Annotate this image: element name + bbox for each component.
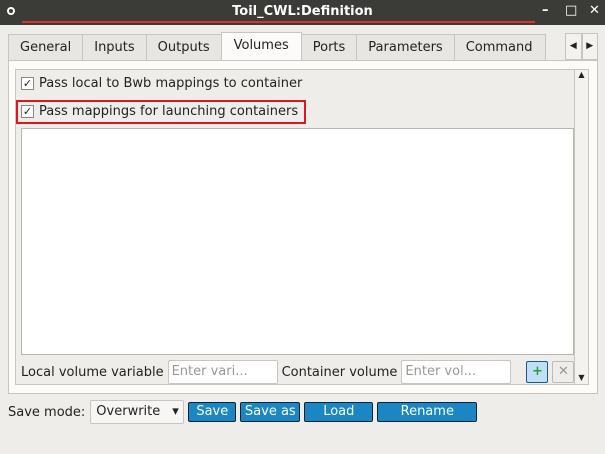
save-button[interactable]: Save bbox=[188, 402, 237, 422]
container-volume-input[interactable]: Enter vol... bbox=[401, 360, 512, 384]
save-as-button[interactable]: Save as bbox=[240, 402, 301, 422]
volumes-panel: ✓ Pass local to Bwb mappings to containe… bbox=[8, 60, 598, 394]
save-mode-label: Save mode: bbox=[8, 404, 86, 420]
close-button[interactable]: ✕ bbox=[589, 3, 600, 18]
rename-button[interactable]: Rename bbox=[377, 402, 478, 422]
scroll-up-icon[interactable]: ▲ bbox=[575, 70, 588, 79]
window-title: Toil_CWL:Definition bbox=[232, 4, 373, 19]
save-mode-select[interactable]: Overwrite ▾ bbox=[90, 400, 185, 424]
local-volume-input[interactable]: Enter vari... bbox=[167, 360, 278, 384]
pass-mappings-checkbox-row[interactable]: ✓ Pass mappings for launching containers bbox=[21, 104, 298, 119]
title-underline bbox=[22, 21, 535, 23]
title-bar: Toil_CWL:Definition – □ ✕ bbox=[0, 0, 605, 25]
tab-general[interactable]: General bbox=[8, 34, 84, 61]
remove-mapping-icon[interactable]: ✕ bbox=[552, 361, 575, 383]
add-mapping-icon[interactable]: + bbox=[526, 361, 549, 383]
chevron-down-icon: ▾ bbox=[172, 404, 179, 419]
tab-command[interactable]: Command bbox=[453, 34, 546, 61]
pass-mappings-label: Pass mappings for launching containers bbox=[39, 104, 299, 119]
pass-local-checkbox-row[interactable]: ✓ Pass local to Bwb mappings to containe… bbox=[21, 76, 302, 91]
local-volume-label: Local volume variable bbox=[21, 364, 164, 380]
tab-volumes[interactable]: Volumes bbox=[220, 32, 302, 60]
pass-mappings-checkbox[interactable]: ✓ bbox=[21, 105, 34, 118]
tab-parameters[interactable]: Parameters bbox=[356, 34, 455, 61]
volume-mappings-list[interactable] bbox=[21, 128, 574, 355]
tab-bar: General Inputs Outputs Volumes Ports Par… bbox=[8, 32, 546, 61]
pass-local-checkbox[interactable]: ✓ bbox=[21, 77, 34, 90]
tab-scroll-right-icon[interactable]: ▶ bbox=[581, 33, 598, 60]
minimize-button[interactable]: – bbox=[542, 3, 549, 18]
pass-local-label: Pass local to Bwb mappings to container bbox=[39, 76, 303, 91]
container-volume-label: Container volume bbox=[281, 364, 398, 380]
vertical-scrollbar[interactable]: ▲ ▼ bbox=[574, 70, 588, 384]
scroll-down-icon[interactable]: ▼ bbox=[575, 373, 588, 382]
maximize-button[interactable]: □ bbox=[565, 3, 577, 18]
tab-outputs[interactable]: Outputs bbox=[145, 34, 222, 61]
load-button[interactable]: Load bbox=[304, 402, 374, 422]
tab-ports[interactable]: Ports bbox=[300, 34, 358, 61]
tab-inputs[interactable]: Inputs bbox=[82, 34, 147, 61]
save-mode-value: Overwrite bbox=[96, 404, 161, 419]
tab-scroll-left-icon[interactable]: ◀ bbox=[565, 33, 582, 60]
